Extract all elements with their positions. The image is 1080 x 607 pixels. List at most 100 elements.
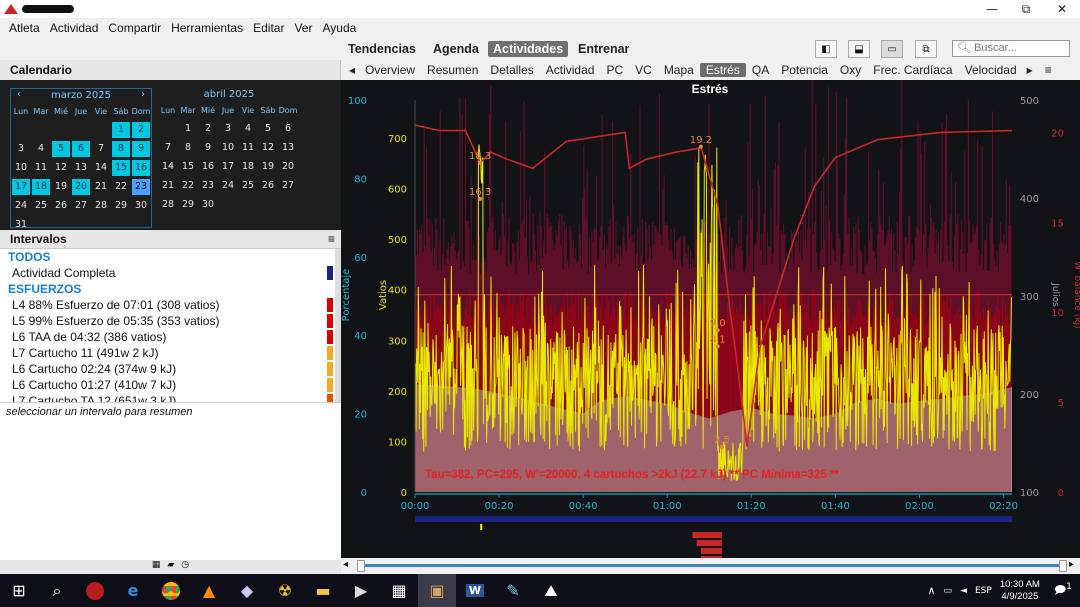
taskbar-search-icon[interactable]: ⌕ — [38, 574, 76, 607]
calendar-day[interactable]: 13 — [71, 162, 91, 173]
scroll-handle-right[interactable] — [1059, 560, 1067, 572]
media-player-icon[interactable] — [76, 574, 114, 607]
calendar-day[interactable]: 12 — [51, 162, 71, 173]
calendar-day[interactable]: 10 — [218, 142, 238, 153]
interval-row[interactable]: L7 Cartucho 11 (491w 2 kJ) — [0, 345, 341, 361]
clock-icon[interactable]: ◷ — [181, 560, 189, 574]
calendar-day[interactable]: 1 — [112, 121, 130, 138]
calendar-day[interactable]: 25 — [238, 180, 258, 191]
calendar-day[interactable]: 27 — [278, 180, 298, 191]
calendar-day[interactable]: 17 — [218, 161, 238, 172]
chart-tab[interactable]: Mapa — [658, 63, 700, 77]
calendar-day[interactable]: 14 — [91, 162, 111, 173]
tabs-scroll-left-icon[interactable]: ◂ — [345, 63, 359, 77]
chart-tab[interactable]: Estrés — [699, 63, 746, 77]
menu-atleta[interactable]: Atleta — [4, 21, 45, 35]
calendar-day[interactable]: 26 — [51, 200, 71, 211]
calendar-day[interactable]: 1 — [178, 123, 198, 134]
toggle-bottom-button[interactable]: ⬓ — [848, 40, 870, 58]
edge-icon[interactable]: e — [114, 574, 152, 607]
chart-tab[interactable]: Velocidad — [959, 63, 1023, 77]
calendar-day[interactable]: 19 — [258, 161, 278, 172]
scroll-handle-left[interactable] — [357, 560, 365, 572]
interval-row[interactable]: L6 Cartucho 01:27 (410w 7 kJ) — [0, 377, 341, 393]
calendar-day[interactable]: 11 — [31, 162, 51, 173]
menu-herramientas[interactable]: Herramientas — [166, 21, 248, 35]
windows-start-icon[interactable]: ⊞ — [0, 574, 38, 607]
calendar-day[interactable]: 29 — [178, 199, 198, 210]
chart-tab[interactable]: Potencia — [775, 63, 834, 77]
calendar-day[interactable]: 12 — [258, 142, 278, 153]
battery-icon[interactable]: ▭ — [944, 586, 953, 596]
calendar-day[interactable]: 9 — [198, 142, 218, 153]
folder-icon[interactable]: ▰ — [167, 560, 174, 574]
language-indicator[interactable]: ESP — [975, 586, 992, 596]
radiation-icon[interactable]: ☢ — [266, 574, 304, 607]
close-button[interactable]: ✕ — [1044, 0, 1080, 18]
calendar-day[interactable]: 24 — [11, 200, 31, 211]
calendar-day[interactable]: 3 — [11, 143, 31, 154]
calendar-day[interactable]: 28 — [91, 200, 111, 211]
interval-row[interactable]: L7 Cartucho TA 12 (651w 3 kJ) — [0, 393, 341, 402]
view-tab-actividades[interactable]: Actividades — [488, 41, 569, 57]
calendar-prev-icon[interactable]: ‹ — [17, 89, 21, 100]
calendar-day[interactable]: 2 — [198, 123, 218, 134]
menu-ver[interactable]: Ver — [289, 21, 317, 35]
menu-actividad[interactable]: Actividad — [45, 21, 104, 35]
calendar-day[interactable]: 6 — [278, 123, 298, 134]
interval-row[interactable]: L6 TAA de 04:32 (386 vatios) — [0, 329, 341, 345]
word-icon[interactable]: W — [456, 574, 494, 607]
calendar-day[interactable]: 20 — [72, 178, 90, 195]
file-explorer-icon[interactable]: ▬ — [304, 574, 342, 607]
calendar-day[interactable]: 2 — [132, 121, 150, 138]
calendar-day[interactable]: 21 — [158, 180, 178, 191]
calendar-day[interactable]: 14 — [158, 161, 178, 172]
menu-editar[interactable]: Editar — [248, 21, 289, 35]
calendar-day[interactable]: 28 — [158, 199, 178, 210]
calendar-day[interactable]: 19 — [51, 181, 71, 192]
chart-tab[interactable]: Overview — [359, 63, 421, 77]
chart-tab[interactable]: Detalles — [484, 63, 539, 77]
image-viewer-icon[interactable]: ⛰ — [532, 574, 570, 607]
calendar-day[interactable]: 7 — [158, 142, 178, 153]
view-tab-agenda[interactable]: Agenda — [428, 41, 484, 57]
photo-app-icon[interactable]: ▣ — [418, 574, 456, 607]
calendar-day[interactable]: 18 — [32, 178, 50, 195]
tabs-menu-icon[interactable]: ≡ — [1037, 63, 1054, 77]
chart-tab[interactable]: VC — [629, 63, 658, 77]
chart-tab[interactable]: Actividad — [540, 63, 601, 77]
calendar-day[interactable]: 3 — [218, 123, 238, 134]
calendar-day[interactable]: 23 — [132, 178, 150, 195]
calendar-day[interactable]: 4 — [31, 143, 51, 154]
interval-row[interactable]: Actividad Completa — [0, 265, 341, 281]
calendar-day[interactable]: 7 — [91, 143, 111, 154]
calendar-day[interactable]: 15 — [178, 161, 198, 172]
chart-tab[interactable]: Resumen — [421, 63, 484, 77]
chart-tab[interactable]: PC — [600, 63, 629, 77]
notification-icon[interactable]: 🗩︎1 — [1054, 581, 1072, 601]
chart-tab[interactable]: QA — [746, 63, 775, 77]
calendar-icon[interactable]: ▦ — [152, 560, 161, 574]
calendar-day[interactable]: 15 — [112, 159, 130, 176]
calendar-day[interactable]: 4 — [238, 123, 258, 134]
paint-icon[interactable]: ✎ — [494, 574, 532, 607]
archive-icon[interactable]: ◆ — [228, 574, 266, 607]
view-tab-entrenar[interactable]: Entrenar — [573, 41, 634, 57]
calculator-icon[interactable]: ▦ — [380, 574, 418, 607]
calendar-day[interactable]: 23 — [198, 180, 218, 191]
calendar-day[interactable]: 27 — [71, 200, 91, 211]
view-tab-tendencias[interactable]: Tendencias — [343, 41, 421, 57]
clock[interactable]: 10:30 AM 4/9/2025 — [1000, 579, 1040, 603]
calendar-day[interactable]: 16 — [132, 159, 150, 176]
calendar-day[interactable]: 20 — [278, 161, 298, 172]
calendar-day[interactable]: 16 — [198, 161, 218, 172]
menu-ayuda[interactable]: Ayuda — [317, 21, 361, 35]
toggle-sidebar-button[interactable]: ◧ — [815, 40, 837, 58]
tile-layout-button[interactable]: ⧉ — [915, 40, 937, 58]
calendar-day[interactable]: 5 — [52, 140, 70, 157]
chart-tab[interactable]: Frec. Cardíaca — [867, 63, 958, 77]
interval-group-header[interactable]: ESFUERZOS — [0, 281, 341, 297]
maximize-button[interactable]: ⧉ — [1008, 0, 1044, 18]
calendar-day[interactable]: 5 — [258, 123, 278, 134]
calendar-day[interactable]: 21 — [91, 181, 111, 192]
